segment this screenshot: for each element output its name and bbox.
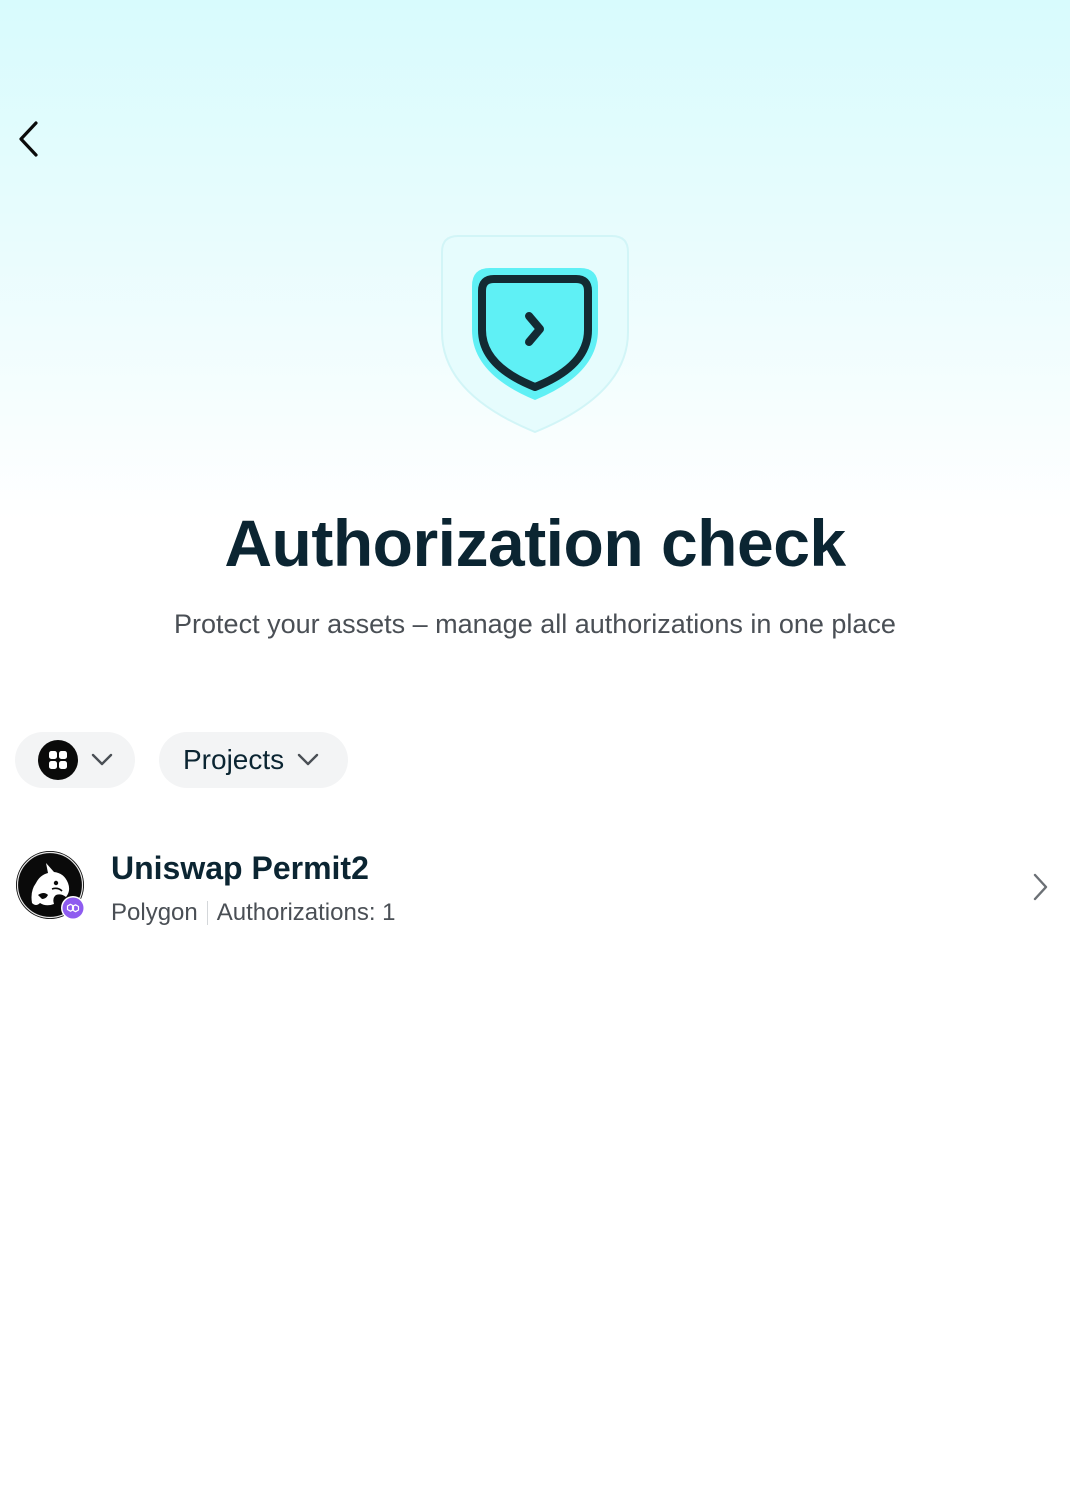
page-subtitle: Protect your assets – manage all authori… xyxy=(174,609,896,639)
project-list-item[interactable]: Uniswap Permit2 Polygon Authorizations: … xyxy=(0,840,1070,936)
projects-filter-dropdown[interactable]: Projects xyxy=(159,732,348,788)
chevron-down-icon xyxy=(91,753,113,767)
grid-icon xyxy=(38,740,78,780)
project-authorization-count: Authorizations: 1 xyxy=(216,899,396,926)
project-meta: Polygon Authorizations: 1 xyxy=(111,896,396,930)
chain-filter-dropdown[interactable] xyxy=(15,732,135,788)
project-network: Polygon xyxy=(111,899,198,926)
back-button[interactable] xyxy=(6,112,50,166)
uniswap-logo-avatar xyxy=(16,851,86,921)
page-title: Authorization check xyxy=(224,506,846,580)
chevron-right-icon xyxy=(1026,870,1054,904)
shield-hero-icon xyxy=(440,234,630,434)
chevron-down-icon xyxy=(297,753,319,767)
projects-filter-label: Projects xyxy=(183,744,285,775)
meta-divider xyxy=(206,901,208,925)
chevron-left-icon xyxy=(19,121,38,157)
project-name: Uniswap Permit2 xyxy=(111,850,369,886)
